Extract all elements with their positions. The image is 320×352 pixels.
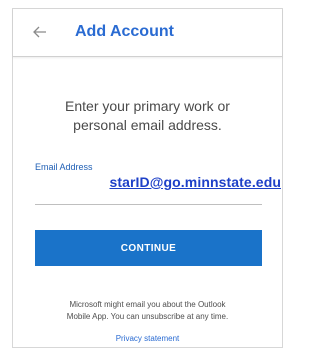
page-title: Add Account [75,23,174,40]
instruction-text: Enter your primary work or personal emai… [13,97,282,135]
notice-line-1: Microsoft might email you about the Outl… [69,300,226,309]
privacy-statement-link[interactable]: Privacy statement [13,334,282,343]
email-field-label: Email Address [35,162,93,172]
marketing-notice: Microsoft might email you about the Outl… [13,299,282,323]
email-field[interactable] [35,204,262,205]
email-field-value[interactable]: starID@go.minnstate.edu [0,174,281,190]
app-header: Add Account [13,9,282,57]
arrow-left-icon [33,26,46,38]
notice-line-2: Mobile App. You can unsubscribe at any t… [66,312,229,321]
instruction-line-2: personal email address. [73,117,222,133]
instruction-line-1: Enter your primary work or [65,98,230,114]
continue-button[interactable]: CONTINUE [35,230,262,266]
back-button[interactable] [30,22,50,42]
